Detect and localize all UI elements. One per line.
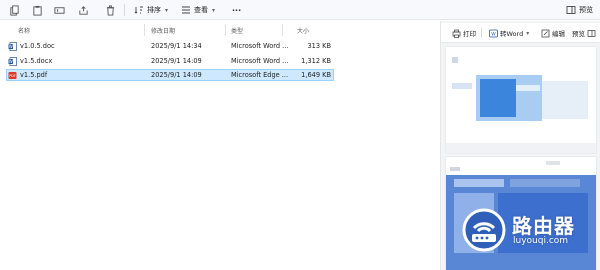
word-icon: W [489, 29, 498, 37]
edit-button[interactable]: 编辑 [541, 27, 565, 39]
rename-icon[interactable] [53, 4, 65, 16]
preview-pane-icon [566, 6, 576, 14]
file-size: 313 KB [307, 42, 331, 50]
file-name: v1.5.docx [20, 57, 53, 65]
chevron-down-icon: ▾ [212, 6, 216, 14]
svg-text:W: W [491, 31, 496, 37]
file-size: 1,649 KB [301, 71, 331, 79]
svg-text:W: W [9, 59, 13, 64]
file-row[interactable]: W v1.0.5.doc 2025/9/1 14:34 Microsoft Wo… [6, 40, 334, 52]
view-button[interactable]: 查看 ▾ [181, 3, 215, 17]
svg-text:W: W [9, 44, 13, 49]
word-doc-icon: W [8, 41, 17, 51]
preview-button[interactable]: 预览 [572, 27, 596, 39]
share-icon[interactable] [77, 4, 89, 16]
preview-icon [587, 29, 596, 37]
file-name-cell: PDF v1.5.pdf [8, 69, 146, 81]
blurred-content [452, 57, 458, 63]
toolbar-divider [481, 28, 482, 38]
file-size: 1,312 KB [301, 57, 331, 65]
file-row-selected[interactable]: PDF v1.5.pdf 2025/9/1 14:09 Microsoft Ed… [6, 69, 334, 81]
view-label: 查看 [194, 6, 208, 14]
blurred-content [450, 167, 460, 171]
pdf-icon: PDF [8, 71, 17, 80]
sort-button[interactable]: 排序 ▾ [134, 3, 168, 17]
column-header-name[interactable]: 名称 [18, 23, 30, 37]
preview-toolbar: 打印 W 转Word ▾ 编辑 预览 [441, 23, 600, 43]
file-name-cell: W v1.0.5.doc [8, 40, 146, 52]
svg-text:PDF: PDF [9, 74, 16, 78]
preview-label: 预览 [572, 30, 585, 38]
command-bar: 排序 ▾ 查看 ▾ ··· 预览 [0, 0, 600, 20]
copy-icon[interactable] [8, 4, 20, 16]
file-type: Microsoft Word ... [231, 42, 289, 50]
file-modified: 2025/9/1 14:09 [151, 57, 202, 65]
file-list: 名称 修改日期 类型 大小 W v1.0.5.doc 2025/9/1 14:3… [0, 21, 440, 270]
watermark-title: 路由器 [512, 214, 575, 238]
column-divider[interactable] [282, 24, 283, 36]
file-name: v1.5.pdf [20, 71, 48, 79]
column-header-type[interactable]: 类型 [231, 23, 243, 37]
convert-to-word-button[interactable]: W 转Word ▾ [489, 27, 529, 39]
sort-label: 排序 [147, 6, 161, 14]
file-name-cell: W v1.5.docx [8, 55, 146, 67]
to-word-label: 转Word [500, 30, 524, 38]
blurred-content [546, 161, 560, 165]
column-divider[interactable] [144, 24, 145, 36]
file-type: Microsoft Word ... [231, 57, 289, 65]
file-modified: 2025/9/1 14:09 [151, 71, 202, 79]
file-name: v1.0.5.doc [20, 42, 55, 50]
preview-pane-toggle[interactable]: 预览 [566, 3, 593, 17]
delete-icon[interactable] [104, 4, 116, 16]
preview-label: 预览 [579, 6, 593, 14]
paste-icon[interactable] [31, 4, 43, 16]
column-divider[interactable] [225, 24, 226, 36]
edit-label: 编辑 [552, 30, 565, 38]
file-row[interactable]: W v1.5.docx 2025/9/1 14:09 Microsoft Wor… [6, 55, 334, 67]
more-options-button[interactable]: ··· [232, 3, 241, 17]
blurred-content [452, 83, 472, 89]
watermark-url: luyouqi.com [513, 236, 569, 246]
printer-icon [452, 29, 461, 38]
column-header-size[interactable]: 大小 [297, 23, 309, 37]
sort-icon [134, 6, 143, 14]
blurred-screenshot [480, 79, 516, 117]
pdf-page-thumbnail[interactable] [446, 47, 596, 153]
file-modified: 2025/9/1 14:34 [151, 42, 202, 50]
chevron-down-icon: ▾ [165, 6, 169, 14]
blurred-content [454, 179, 504, 187]
print-label: 打印 [463, 30, 476, 38]
blurred-content [510, 179, 580, 187]
blurred-content [542, 81, 588, 119]
blurred-content [516, 85, 540, 91]
toolbar-divider [124, 4, 125, 16]
watermark: 路由器 luyouqi.com [456, 204, 596, 260]
column-header-modified[interactable]: 修改日期 [151, 23, 175, 37]
view-icon [182, 6, 190, 14]
file-type: Microsoft Edge ... [231, 71, 289, 79]
print-button[interactable]: 打印 [452, 27, 476, 39]
chevron-down-icon: ▾ [526, 29, 530, 37]
edit-icon [541, 29, 550, 37]
page-gap [446, 143, 596, 153]
word-doc-icon: W [8, 56, 17, 66]
router-logo-icon [462, 208, 506, 252]
